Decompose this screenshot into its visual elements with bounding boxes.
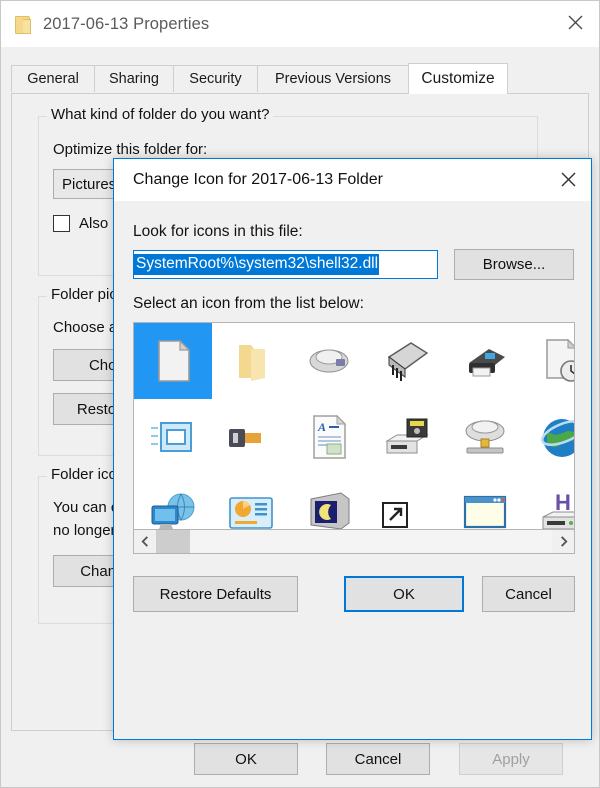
change-icon-cancel-label: Cancel bbox=[505, 585, 552, 603]
change-icon-ok-button[interactable]: OK bbox=[344, 576, 464, 612]
select-icon-label: Select an icon from the list below: bbox=[133, 295, 364, 312]
properties-tabstrip: General Sharing Security Previous Versio… bbox=[11, 63, 589, 94]
folder-template-value: Pictures bbox=[62, 175, 117, 193]
scrollbar-thumb[interactable] bbox=[156, 530, 190, 553]
plug-connector-icon bbox=[225, 411, 277, 463]
icon-cell-floppy-drive[interactable] bbox=[290, 323, 368, 399]
optimize-label: Optimize this folder for: bbox=[53, 141, 208, 158]
icon-grid: A H bbox=[134, 323, 574, 529]
icon-cell-stacked-windows[interactable] bbox=[134, 399, 212, 475]
globe-icon bbox=[537, 411, 574, 463]
properties-ok-label: OK bbox=[235, 750, 257, 768]
change-icon-dialog: Change Icon for 2017-06-13 Folder Look f… bbox=[113, 158, 592, 740]
icon-cell-text-document[interactable]: A bbox=[290, 399, 368, 475]
properties-apply-label: Apply bbox=[492, 750, 530, 768]
tab-general[interactable]: General bbox=[11, 65, 95, 92]
icon-file-path-input[interactable]: SystemRoot%\system32\shell32.dll bbox=[133, 250, 438, 279]
tab-security[interactable]: Security bbox=[173, 65, 258, 92]
floppy-drive-icon bbox=[303, 335, 355, 387]
icon-cell-printer[interactable] bbox=[446, 323, 524, 399]
svg-text:A: A bbox=[317, 420, 326, 434]
monitor-moon-icon bbox=[303, 487, 355, 529]
scrollbar-track[interactable] bbox=[156, 530, 552, 553]
memory-chip-icon bbox=[381, 335, 433, 387]
icon-cell-window[interactable] bbox=[446, 475, 524, 529]
change-icon-buttons: Restore Defaults OK Cancel bbox=[114, 576, 591, 616]
close-icon[interactable] bbox=[552, 1, 599, 43]
icon-cell-plug-connector[interactable] bbox=[212, 399, 290, 475]
look-for-icons-label: Look for icons in this file: bbox=[133, 223, 303, 240]
apply-subfolders-checkbox[interactable] bbox=[53, 215, 70, 232]
properties-cancel-button[interactable]: Cancel bbox=[326, 743, 430, 775]
shortcut-overlay-icon bbox=[381, 487, 433, 529]
icon-list-horizontal-scrollbar[interactable] bbox=[133, 530, 575, 554]
tab-label: Security bbox=[189, 71, 242, 87]
browse-button-label: Browse... bbox=[482, 256, 546, 273]
tab-label: Customize bbox=[421, 70, 495, 87]
printer-icon bbox=[459, 335, 511, 387]
tab-sharing[interactable]: Sharing bbox=[94, 65, 174, 92]
window-icon bbox=[459, 487, 511, 529]
change-icon-cancel-button[interactable]: Cancel bbox=[482, 576, 575, 612]
icon-cell-dashboard-chart[interactable] bbox=[212, 475, 290, 529]
stacked-windows-icon bbox=[147, 411, 199, 463]
network-drive-icon bbox=[459, 411, 511, 463]
properties-apply-button: Apply bbox=[459, 743, 563, 775]
change-icon-body: Look for icons in this file: SystemRoot%… bbox=[114, 201, 591, 739]
text-document-icon: A bbox=[303, 411, 355, 463]
icon-cell-network-drive[interactable] bbox=[446, 399, 524, 475]
properties-ok-button[interactable]: OK bbox=[194, 743, 298, 775]
restore-defaults-button[interactable]: Restore Defaults bbox=[133, 576, 298, 612]
tab-label: Previous Versions bbox=[274, 71, 392, 87]
drive-card-reader-icon bbox=[381, 411, 433, 463]
svg-text:H: H bbox=[555, 490, 571, 515]
icon-cell-folder[interactable] bbox=[212, 323, 290, 399]
icon-cell-monitor-moon[interactable] bbox=[290, 475, 368, 529]
restore-defaults-label: Restore Defaults bbox=[159, 585, 272, 603]
tab-label: General bbox=[27, 71, 79, 87]
chevron-left-icon[interactable] bbox=[134, 530, 156, 553]
folder-icon bbox=[225, 335, 277, 387]
chevron-right-icon[interactable] bbox=[552, 530, 574, 553]
icon-cell-blank-document[interactable] bbox=[134, 323, 212, 399]
icon-file-path-value: SystemRoot%\system32\shell32.dll bbox=[134, 254, 380, 275]
tab-previous-versions[interactable]: Previous Versions bbox=[257, 65, 409, 92]
group-folder-kind-title: What kind of folder do you want? bbox=[47, 106, 274, 123]
icon-cell-drive-letter-h[interactable]: H bbox=[524, 475, 574, 529]
properties-footer: OK Cancel Apply bbox=[1, 733, 599, 787]
icon-list[interactable]: A H bbox=[133, 322, 575, 530]
browse-button[interactable]: Browse... bbox=[454, 249, 574, 280]
blank-document-icon bbox=[147, 335, 199, 387]
tab-customize[interactable]: Customize bbox=[408, 63, 508, 94]
folder-icon bbox=[15, 15, 31, 34]
document-clock-icon bbox=[537, 335, 574, 387]
icon-cell-shortcut-overlay[interactable] bbox=[368, 475, 446, 529]
network-monitor-globe-icon bbox=[147, 487, 199, 529]
change-icon-ok-label: OK bbox=[393, 585, 415, 603]
dashboard-chart-icon bbox=[225, 487, 277, 529]
properties-window-title: 2017-06-13 Properties bbox=[43, 14, 210, 33]
icon-cell-memory-chip[interactable] bbox=[368, 323, 446, 399]
properties-cancel-label: Cancel bbox=[354, 750, 402, 768]
drive-letter-h-icon: H bbox=[537, 487, 574, 529]
icon-cell-document-clock[interactable] bbox=[524, 323, 574, 399]
change-icon-titlebar: Change Icon for 2017-06-13 Folder bbox=[114, 159, 591, 201]
change-icon-title: Change Icon for 2017-06-13 Folder bbox=[133, 171, 383, 188]
screen: 2017-06-13 Properties General Sharing Se… bbox=[0, 0, 600, 788]
properties-titlebar: 2017-06-13 Properties bbox=[1, 1, 599, 47]
icon-cell-globe[interactable] bbox=[524, 399, 574, 475]
tab-label: Sharing bbox=[109, 71, 159, 87]
close-icon[interactable] bbox=[545, 159, 591, 199]
icon-cell-drive-card-reader[interactable] bbox=[368, 399, 446, 475]
icon-cell-network-monitor-globe[interactable] bbox=[134, 475, 212, 529]
